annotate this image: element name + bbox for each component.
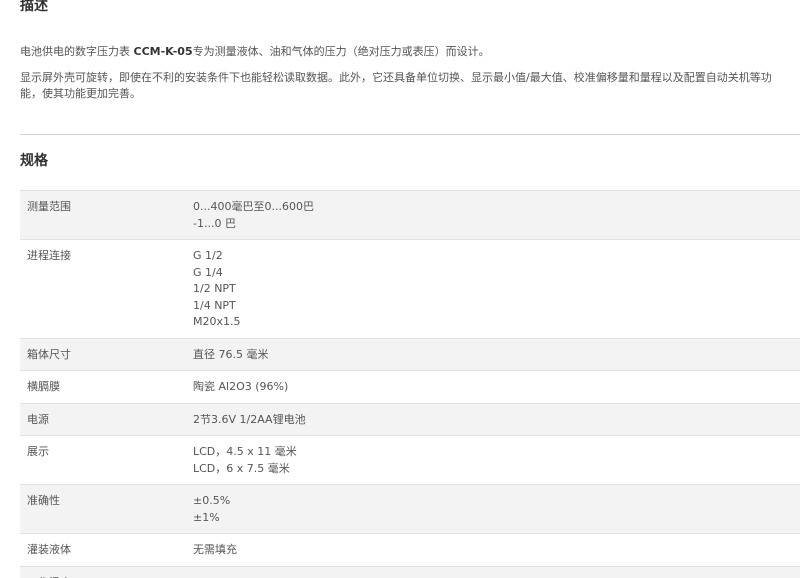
spec-label: 横膈膜	[27, 380, 60, 393]
spec-value: 1/4 NPT	[193, 298, 236, 312]
spec-row: 测量范围 0...400毫巴至0...600巴 -1...0 巴	[20, 190, 800, 240]
spec-label-cell: 工作温度	[20, 565, 193, 578]
spec-row: 工作温度-20...+70°C	[20, 565, 800, 578]
spec-label-cell: 箱体尺寸	[20, 337, 193, 371]
spec-row: 灌装液体 无需填充	[20, 533, 800, 566]
spec-value-cell: G 1/2 G 1/4 1/2 NPT 1/4 NPT M20x1.5	[193, 239, 800, 338]
description-paragraph-2: 显示屏外壳可旋转，即使在不利的安装条件下也能轻松读取数据。此外，它还具备单位切换…	[20, 71, 772, 100]
product-model: CCM-K-05	[133, 45, 193, 58]
spec-label-cell: 准确性	[20, 484, 193, 534]
spec-label-cell: 电源	[20, 402, 193, 436]
specifications-table: 测量范围 0...400毫巴至0...600巴 -1...0 巴进程连接 G 1/2 G…	[20, 190, 800, 578]
spec-label-cell: 灌装液体	[20, 533, 193, 566]
spec-label-cell: 进程连接	[20, 239, 193, 338]
spec-value: 2节3.6V 1/2AA锂电池	[193, 412, 306, 426]
spec-row: 箱体尺寸 直径 76.5 毫米	[20, 337, 800, 371]
spec-label: 工作温度	[27, 575, 193, 578]
section-divider	[20, 134, 800, 135]
spec-value: M20x1.5	[193, 315, 241, 328]
spec-row: 展示 LCD，4.5 x 11 毫米 LCD，6 x 7.5 毫米	[20, 435, 800, 485]
spec-row: 准确性 ±0.5% ±1%	[20, 484, 800, 534]
description-p1-prefix: 电池供电的数字压力表	[20, 45, 134, 58]
spec-row: 进程连接 G 1/2 G 1/4 1/2 NPT 1/4 NPT M20x1.5	[20, 239, 800, 338]
spec-value-cell: ±0.5% ±1%	[193, 484, 800, 534]
spec-value-cell: 0...400毫巴至0...600巴 -1...0 巴	[193, 190, 800, 240]
spec-label: 测量范围	[27, 200, 71, 213]
spec-value-cell: -20...+70°C	[193, 565, 800, 578]
spec-value-cell: 陶瓷 Al2O3 (96%)	[193, 370, 800, 403]
spec-value-cell: 2节3.6V 1/2AA锂电池	[193, 402, 800, 436]
spec-value-cell: 直径 76.5 毫米	[193, 337, 800, 371]
spec-row: 电源 2节3.6V 1/2AA锂电池	[20, 402, 800, 436]
spec-value: 1/2 NPT	[193, 282, 236, 295]
spec-row: 横膈膜 陶瓷 Al2O3 (96%)	[20, 370, 800, 403]
spec-value: G 1/4	[193, 265, 223, 279]
spec-value: -20...+70°C	[193, 575, 800, 578]
spec-label: 灌装液体	[27, 543, 71, 556]
spec-label-cell: 横膈膜	[20, 370, 193, 403]
description-title: 描述	[20, 0, 48, 14]
spec-label-cell: 展示	[20, 435, 193, 485]
spec-value-cell: 无需填充	[193, 533, 800, 566]
spec-value: 陶瓷 Al2O3 (96%)	[193, 380, 289, 393]
spec-value: G 1/2	[193, 249, 223, 262]
spec-label-cell: 测量范围	[20, 190, 193, 240]
description-p1-suffix: 专为测量液体、油和气体的压力（绝对压力或表压）而设计。	[192, 45, 490, 58]
specifications-title: 规格	[20, 153, 48, 169]
spec-value: LCD，4.5 x 11 毫米	[193, 445, 297, 458]
spec-value-cell: LCD，4.5 x 11 毫米 LCD，6 x 7.5 毫米	[193, 435, 800, 485]
spec-label: 电源	[27, 412, 49, 426]
spec-value: 0...400毫巴至0...600巴	[193, 200, 314, 213]
spec-label: 展示	[27, 445, 49, 458]
spec-value: 直径 76.5 毫米	[193, 347, 269, 361]
spec-label: 进程连接	[27, 249, 71, 262]
spec-value: -1...0 巴	[193, 216, 236, 230]
description-paragraph-1: 电池供电的数字压力表 CCM-K-05专为测量液体、油和气体的压力（绝对压力或表…	[20, 44, 790, 60]
spec-value: ±1%	[193, 510, 220, 524]
spec-label: 准确性	[27, 494, 60, 507]
spec-label: 箱体尺寸	[27, 347, 71, 361]
spec-value: 无需填充	[193, 543, 237, 556]
spec-value: ±0.5%	[193, 494, 231, 507]
spec-value: LCD，6 x 7.5 毫米	[193, 461, 290, 475]
